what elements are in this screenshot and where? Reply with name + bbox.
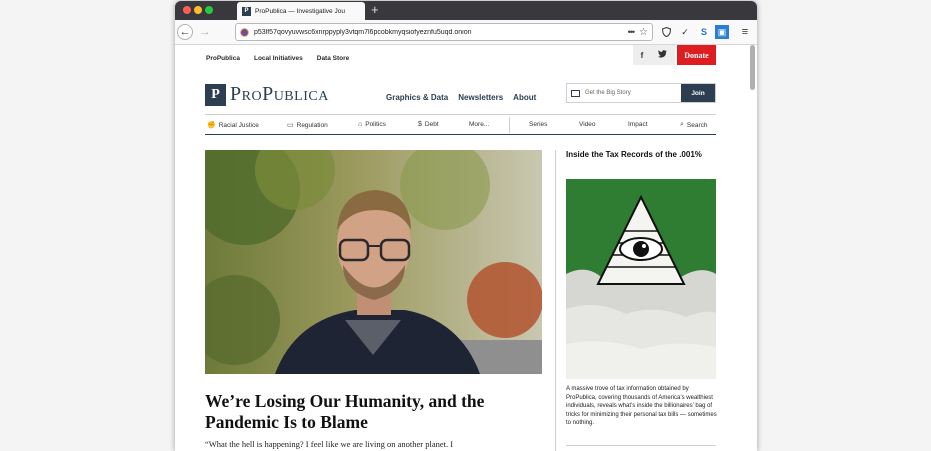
scrollbar[interactable] [750,45,755,90]
tab-title: ProPublica — Investigative Jou [255,7,345,15]
tab-strip: P ProPublica — Investigative Jou + [175,1,757,20]
social-links: f [633,45,675,65]
capitol-icon: ⌂ [358,121,363,128]
extension-icon[interactable]: ✓ [678,25,692,39]
twitter-icon[interactable] [658,50,668,60]
back-button[interactable]: ← [177,24,193,40]
sidebar-divider [566,445,716,446]
top-link-data-store[interactable]: Data Store [317,55,350,62]
nav-divider [509,117,510,133]
topic-nav: ✊ Racial Justice ▭ Regulation ⌂ Politics… [205,114,716,135]
join-button[interactable]: Join [681,84,715,102]
url-text[interactable]: p53lf57qovyuvwsc6xnrppyply3vtqm7l6pcobkm… [254,29,628,36]
back-arrow-icon: ← [179,26,191,38]
browser-window: P ProPublica — Investigative Jou + ← → p… [175,1,757,451]
nav-graphics-data[interactable]: Graphics & Data [386,93,448,102]
forward-button[interactable]: → [197,24,213,40]
topic-regulation[interactable]: ▭ Regulation [287,121,328,130]
topic-label: Politics [365,121,386,128]
nav-impact[interactable]: Impact [628,121,648,128]
email-field[interactable]: Get the Big Story [567,84,681,102]
search-icon: ⌕ [680,121,684,128]
column-divider [555,150,556,451]
minimize-window-button[interactable] [194,6,202,14]
clipboard-icon: ▭ [287,122,294,129]
menu-icon[interactable]: ≡ [738,25,752,39]
new-tab-button[interactable]: + [371,3,379,17]
sidebar-illustration[interactable] [566,179,716,379]
navigation-toolbar: ← → p53lf57qovyuvwsc6xnrppyply3vtqm7l6pc… [175,20,757,45]
topic-racial-justice[interactable]: ✊ Racial Justice [207,121,259,130]
shield-icon[interactable] [659,25,673,39]
topic-politics[interactable]: ⌂ Politics [358,121,386,128]
sidebar-blurb: A massive trove of tax information obtai… [566,386,717,426]
sidebar-headline[interactable]: Inside the Tax Records of the .001% [566,149,716,160]
propublica-logo[interactable]: P ProPublica [205,83,329,106]
top-link-propublica[interactable]: ProPublica [206,55,240,62]
onion-icon [240,27,249,37]
zoom-window-button[interactable] [205,6,213,14]
forward-arrow-icon: → [199,26,211,38]
nav-about[interactable]: About [513,93,536,102]
dollar-icon: $ [418,121,422,128]
topic-label: Regulation [296,121,328,129]
main-nav: Graphics & Data Newsletters About [386,93,536,102]
propublica-favicon-icon: P [242,6,251,16]
nav-video[interactable]: Video [579,121,596,128]
feature-headline[interactable]: We’re Losing Our Humanity, and the Pande… [205,391,535,433]
nav-search[interactable]: ⌕ Search [680,121,708,129]
star-icon[interactable]: ☆ [639,27,648,38]
newsletter-signup: Get the Big Story Join [566,83,716,103]
topic-more[interactable]: More... [469,121,489,128]
web-page: ProPublica Local Initiatives Data Store … [175,45,757,451]
donate-button[interactable]: Donate [677,45,716,65]
search-label: Search [686,121,708,129]
nav-series[interactable]: Series [529,121,547,128]
feature-dek: “What the hell is happening? I feel like… [205,439,454,449]
address-bar[interactable]: p53lf57qovyuvwsc6xnrppyply3vtqm7l6pcobkm… [235,23,653,41]
feature-photo[interactable] [205,150,542,374]
logo-text: ProPublica [230,83,329,105]
more-dots-icon[interactable]: ••• [628,27,636,37]
nav-newsletters[interactable]: Newsletters [458,93,503,102]
topic-debt[interactable]: $ Debt [418,121,439,128]
mail-icon [571,89,580,97]
close-window-button[interactable] [183,6,191,14]
s-icon[interactable]: S [697,25,711,39]
topic-label: Debt [424,121,439,128]
logo-mark-icon: P [205,83,226,106]
fist-icon: ✊ [207,122,216,129]
facebook-icon[interactable]: f [641,51,644,60]
topic-label: Racial Justice [218,121,259,129]
email-placeholder: Get the Big Story [585,90,631,96]
container-icon[interactable]: ▣ [715,25,729,39]
tab-propublica[interactable]: P ProPublica — Investigative Jou [237,2,365,20]
top-link-local-initiatives[interactable]: Local Initiatives [254,55,303,62]
top-links: ProPublica Local Initiatives Data Store [206,55,349,62]
